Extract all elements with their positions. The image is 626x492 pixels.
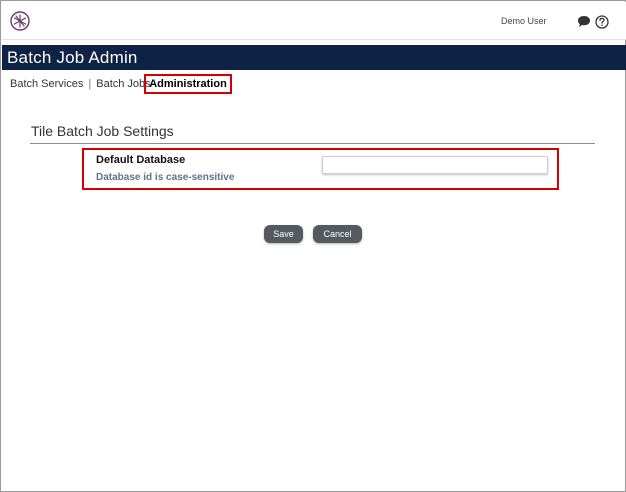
app-frame: Demo User Batch Job Admin Batch Services…: [0, 0, 626, 492]
breadcrumb-separator: |: [88, 78, 92, 90]
breadcrumb-administration[interactable]: Administration: [144, 74, 232, 94]
asterisk-logo-icon[interactable]: [10, 11, 30, 31]
chat-bubble-icon[interactable]: [577, 15, 591, 28]
top-bar: Demo User: [2, 2, 626, 40]
app-title: Batch Job Admin: [7, 48, 138, 67]
default-database-label: Default Database: [96, 154, 186, 166]
section-title: Tile Batch Job Settings: [31, 123, 174, 139]
cancel-button[interactable]: Cancel: [313, 225, 362, 243]
question-circle-icon[interactable]: [595, 15, 609, 29]
breadcrumb-batch-jobs[interactable]: Batch Jobs: [96, 78, 150, 90]
breadcrumb-batch-services[interactable]: Batch Services: [10, 78, 83, 90]
default-database-input[interactable]: [322, 156, 548, 174]
default-database-setting: Default Database Database id is case-sen…: [82, 148, 559, 190]
breadcrumb: Batch Services | Batch Jobs: [10, 78, 151, 90]
save-button[interactable]: Save: [264, 225, 303, 243]
app-title-bar: Batch Job Admin: [2, 45, 626, 70]
user-name[interactable]: Demo User: [501, 16, 547, 26]
default-database-hint: Database id is case-sensitive: [96, 172, 235, 183]
section-divider: [30, 143, 595, 144]
